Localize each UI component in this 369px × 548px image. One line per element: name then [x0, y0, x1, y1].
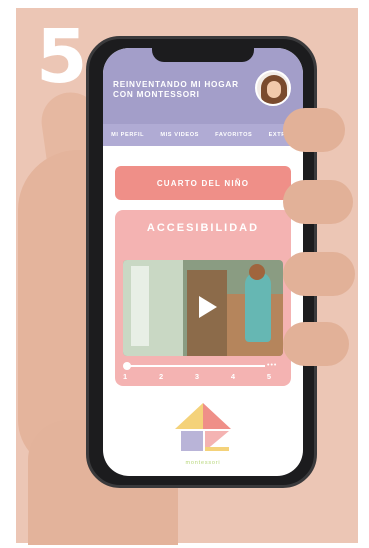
- hand-finger: [283, 252, 355, 296]
- step-number: 5: [36, 14, 88, 100]
- hand-finger: [283, 108, 345, 152]
- timeline-tick[interactable]: 5: [267, 372, 271, 381]
- phone-screen: REINVENTANDO MI HOGAR CON MONTESSORI MI …: [103, 48, 303, 476]
- video-child: [245, 272, 271, 342]
- video-timeline[interactable]: •••: [123, 362, 281, 370]
- nav-item-mi-perfil[interactable]: MI PERFIL: [111, 132, 144, 138]
- avatar-face: [267, 81, 281, 98]
- timeline-tick[interactable]: 2: [159, 372, 163, 381]
- timeline-ticks: 1 2 3 4 5: [123, 372, 271, 381]
- nav-item-mis-videos[interactable]: MIS VIDEOS: [160, 132, 199, 138]
- video-child-head: [249, 264, 265, 280]
- timeline-more: •••: [267, 362, 278, 369]
- logo-square-lavender: [181, 431, 203, 451]
- hand-finger: [283, 322, 349, 366]
- brand-name: montessori: [185, 460, 221, 466]
- video-window-light: [131, 266, 149, 346]
- timeline-tick[interactable]: 4: [231, 372, 235, 381]
- nav-bar: MI PERFIL MIS VIDEOS FAVORITOS EXTRAS: [103, 124, 303, 146]
- video-player[interactable]: [123, 260, 283, 356]
- timeline-tick[interactable]: 1: [123, 372, 127, 381]
- avatar[interactable]: [255, 70, 291, 106]
- timeline-track: [125, 365, 265, 367]
- brand-logo: [175, 403, 231, 451]
- nav-item-favoritos[interactable]: FAVORITOS: [215, 132, 252, 138]
- hand-finger: [283, 180, 353, 224]
- phone-notch: [152, 46, 254, 62]
- timeline-knob[interactable]: [123, 362, 131, 370]
- card-title: ACCESIBILIDAD: [146, 222, 260, 234]
- accessibility-card: ACCESIBILIDAD ••• 1 2 3 4 5: [115, 210, 291, 386]
- play-icon[interactable]: [191, 292, 221, 322]
- logo-triangle-yellow: [175, 403, 203, 429]
- app-title: REINVENTANDO MI HOGAR CON MONTESSORI: [113, 80, 239, 99]
- logo-triangle-red: [203, 403, 231, 429]
- room-button[interactable]: CUARTO DEL NIÑO: [115, 166, 291, 200]
- timeline-tick[interactable]: 3: [195, 372, 199, 381]
- logo-bar-yellow: [205, 447, 229, 451]
